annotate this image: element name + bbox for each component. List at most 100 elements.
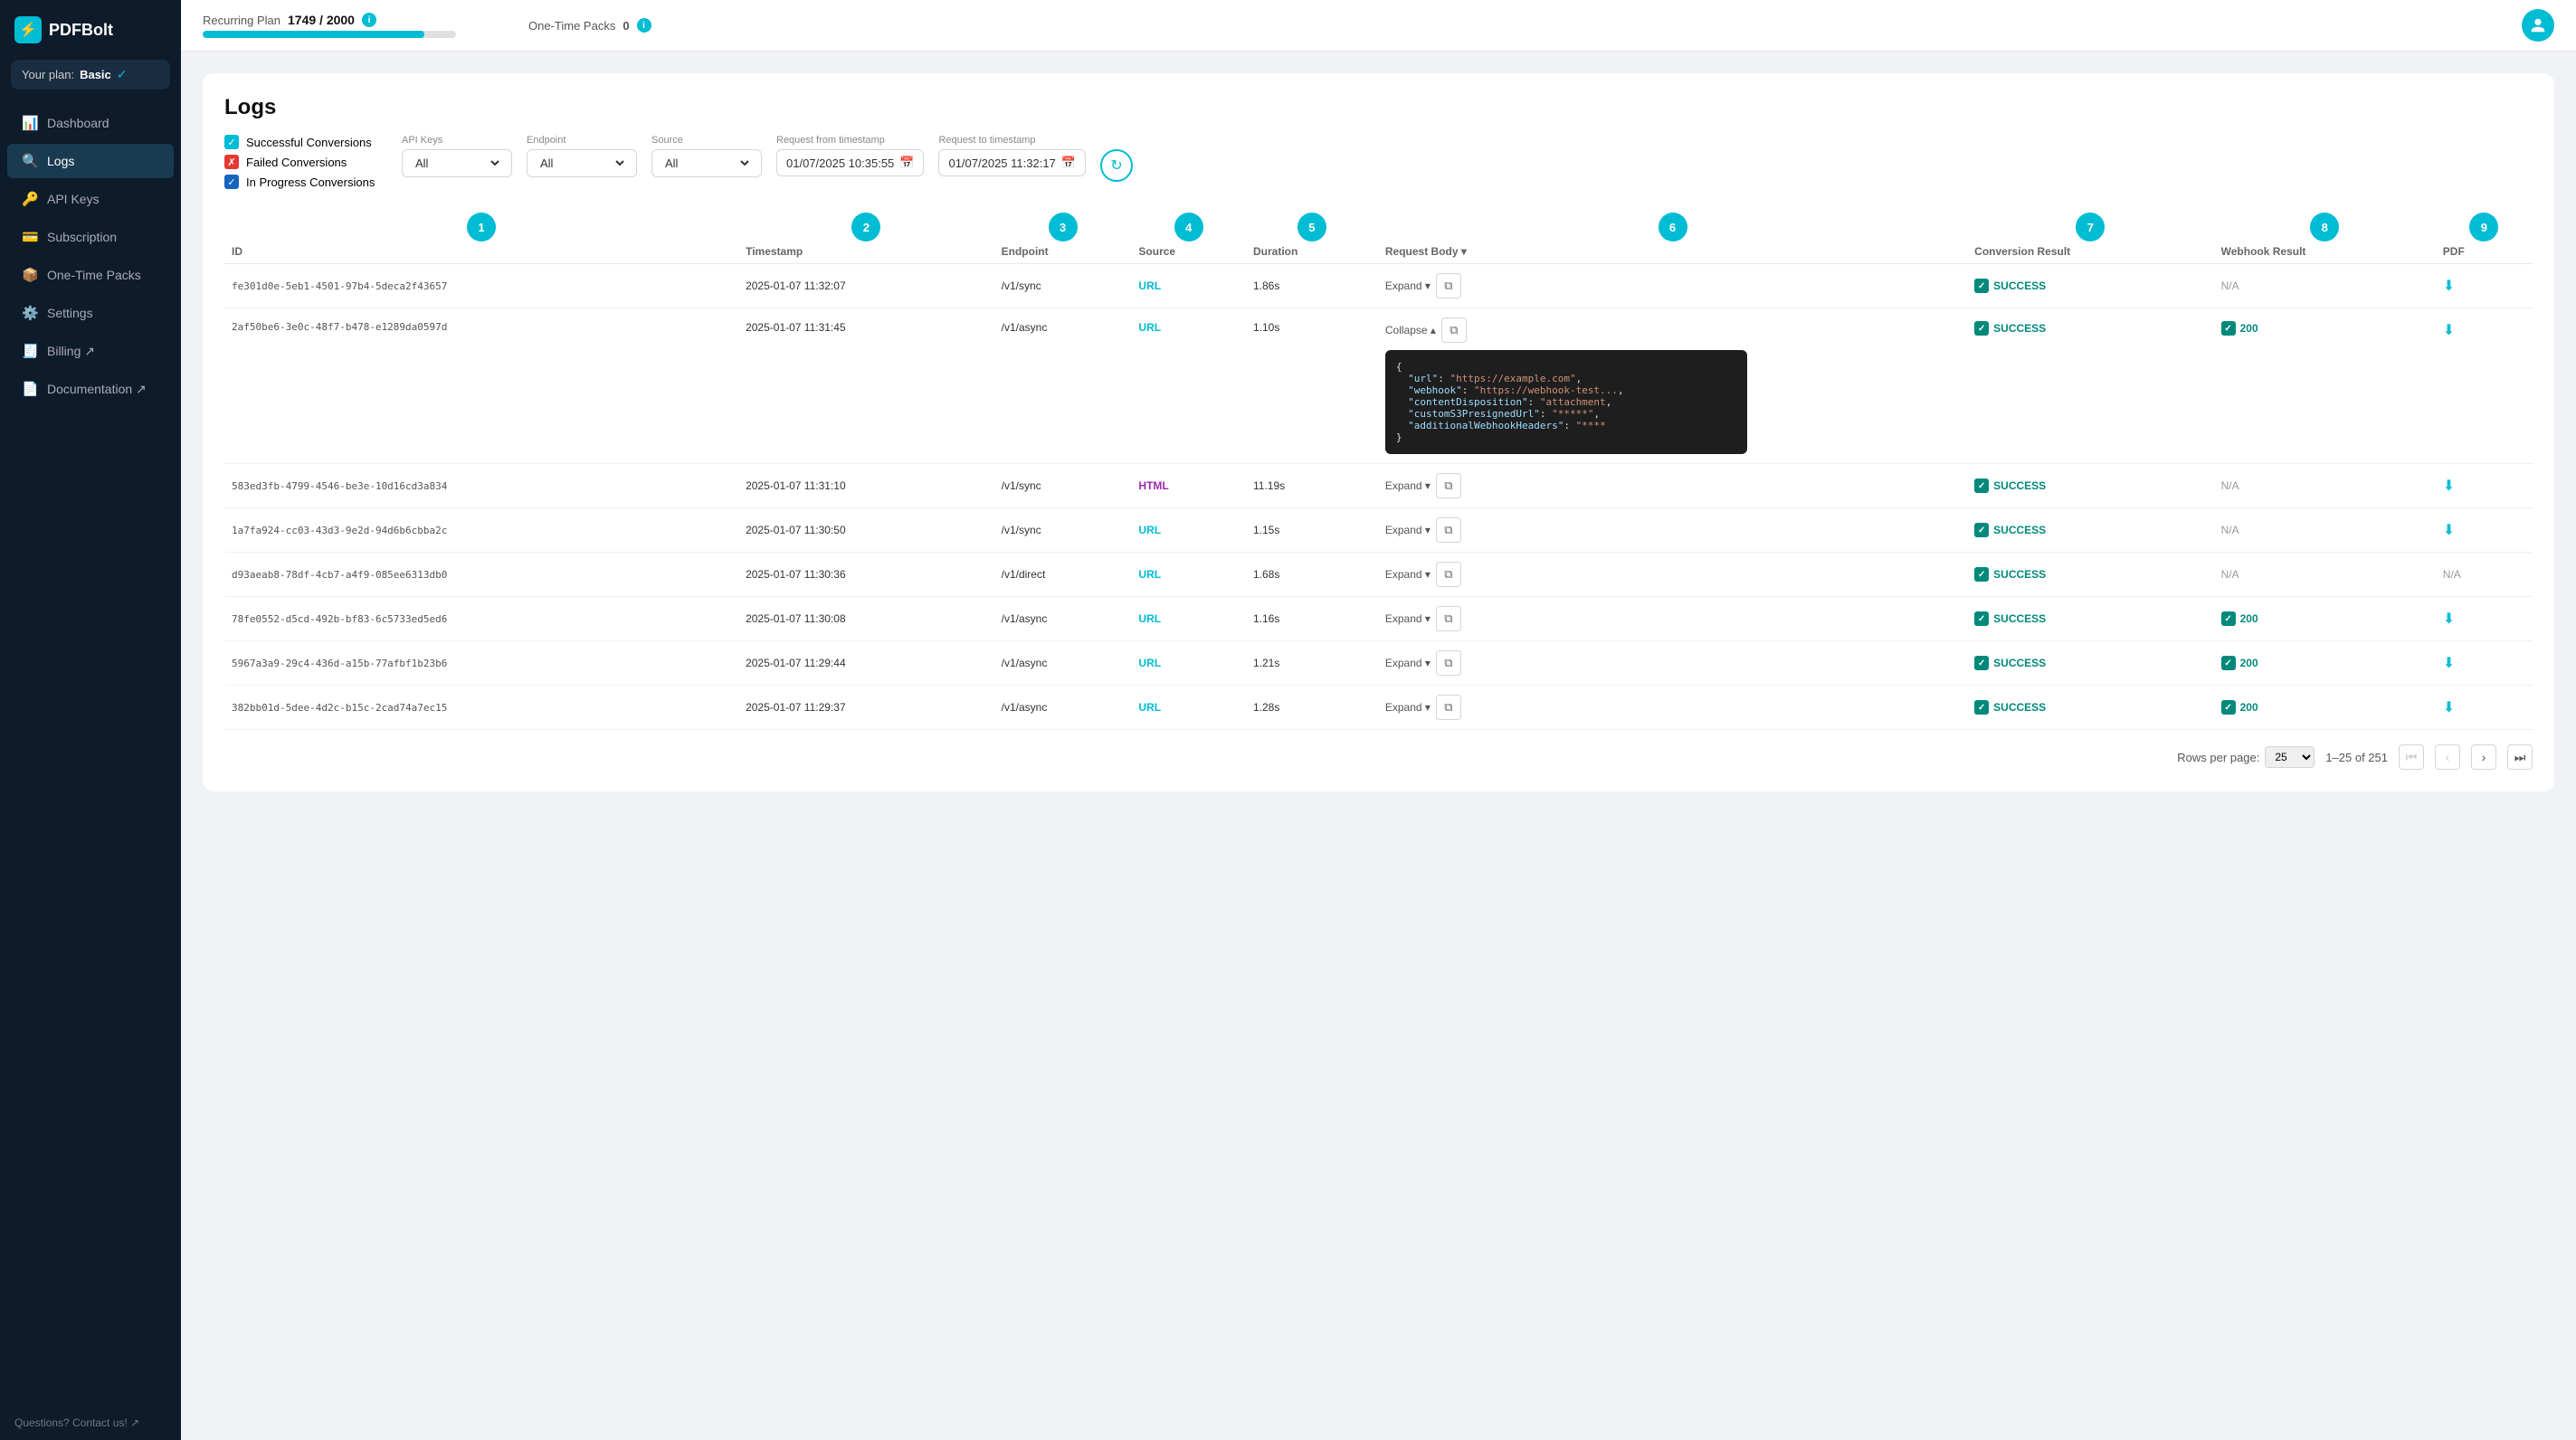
col-header-request-body: 6 Request Body ▾ (1378, 207, 1967, 264)
download-button[interactable]: ⬇ (2443, 478, 2455, 494)
copy-button[interactable]: ⧉ (1436, 473, 1461, 498)
source-html-link[interactable]: HTML (1138, 479, 1168, 492)
rows-per-page: Rows per page: 25 50 100 (2177, 746, 2315, 768)
source-url-link[interactable]: URL (1138, 657, 1161, 669)
success-badge: ✓ SUCCESS (1974, 656, 2206, 670)
user-avatar[interactable] (2522, 9, 2554, 42)
request-to-group: Request to timestamp 01/07/2025 11:32:17… (938, 135, 1086, 176)
source-url-link[interactable]: URL (1138, 321, 1161, 334)
cell-timestamp: 2025-01-07 11:29:44 (738, 641, 994, 686)
source-url-link[interactable]: URL (1138, 612, 1161, 625)
subscription-icon: 💳 (22, 229, 38, 245)
copy-button[interactable]: ⧉ (1436, 273, 1461, 298)
usage-info-icon[interactable]: i (362, 13, 376, 27)
sidebar-item-api-keys[interactable]: 🔑 API Keys (7, 182, 174, 216)
expand-button[interactable]: Expand ▾ (1385, 701, 1431, 714)
usage-progress-bar (203, 31, 456, 38)
expand-button[interactable]: Expand ▾ (1385, 568, 1431, 581)
calendar-from-icon[interactable]: 📅 (899, 156, 914, 170)
download-button[interactable]: ⬇ (2443, 323, 2455, 338)
download-button[interactable]: ⬇ (2443, 523, 2455, 538)
calendar-to-icon[interactable]: 📅 (1061, 156, 1076, 170)
copy-button[interactable]: ⧉ (1441, 317, 1467, 343)
col-num-4: 4 (1174, 213, 1203, 242)
source-dropdown[interactable]: All (661, 156, 752, 171)
expand-button[interactable]: Expand ▾ (1385, 479, 1431, 492)
cell-request-body: Expand ▾ ⧉ (1378, 464, 1967, 508)
download-button[interactable]: ⬇ (2443, 700, 2455, 715)
copy-button[interactable]: ⧉ (1436, 606, 1461, 631)
source-url-link[interactable]: URL (1138, 524, 1161, 536)
cell-timestamp: 2025-01-07 11:32:07 (738, 264, 994, 308)
packs-info-icon[interactable]: i (637, 18, 651, 33)
table-row: 1a7fa924-cc03-43d3-9e2d-94d6b6cbba2c 202… (224, 508, 2533, 553)
cell-source: URL (1131, 308, 1246, 464)
cell-timestamp: 2025-01-07 11:31:10 (738, 464, 994, 508)
refresh-button[interactable]: ↻ (1100, 149, 1133, 182)
last-page-button[interactable]: ⏭ (2507, 744, 2533, 770)
failed-label: Failed Conversions (246, 156, 347, 169)
page-range: 1–25 of 251 (2325, 751, 2388, 764)
one-time-packs-count: 0 (623, 19, 629, 33)
app-logo[interactable]: ⚡ PDFBolt (0, 0, 181, 60)
download-button[interactable]: ⬇ (2443, 279, 2455, 294)
copy-button[interactable]: ⧉ (1436, 517, 1461, 543)
copy-button[interactable]: ⧉ (1436, 650, 1461, 676)
source-url-link[interactable]: URL (1138, 279, 1161, 292)
source-url-link[interactable]: URL (1138, 568, 1161, 581)
sidebar-item-one-time-packs[interactable]: 📦 One-Time Packs (7, 258, 174, 292)
rows-per-page-select[interactable]: 25 50 100 (2265, 746, 2315, 768)
sidebar-item-subscription[interactable]: 💳 Subscription (7, 220, 174, 254)
copy-button[interactable]: ⧉ (1436, 562, 1461, 587)
billing-icon: 🧾 (22, 343, 38, 359)
col-header-endpoint: 3 Endpoint (994, 207, 1132, 264)
cell-duration: 1.10s (1246, 308, 1378, 464)
request-from-value: 01/07/2025 10:35:55 (786, 156, 894, 170)
expand-button[interactable]: Expand ▾ (1385, 524, 1431, 536)
next-page-button[interactable]: › (2471, 744, 2496, 770)
one-time-packs-section: One-Time Packs 0 i (528, 18, 651, 33)
cell-pdf: ⬇ (2436, 597, 2533, 641)
first-page-button[interactable]: ⏮ (2399, 744, 2424, 770)
successful-label: Successful Conversions (246, 136, 372, 149)
cell-id: 583ed3fb-4799-4546-be3e-10d16cd3a834 (224, 464, 738, 508)
filter-checkboxes: ✓ Successful Conversions ✗ Failed Conver… (224, 135, 387, 189)
in-progress-conversions-checkbox[interactable]: ✓ In Progress Conversions (224, 175, 387, 189)
cell-source: URL (1131, 686, 1246, 730)
request-to-input[interactable]: 01/07/2025 11:32:17 📅 (938, 149, 1086, 176)
cell-source: URL (1131, 597, 1246, 641)
col-num-7: 7 (2076, 213, 2105, 242)
failed-conversions-checkbox[interactable]: ✗ Failed Conversions (224, 155, 387, 169)
expand-button[interactable]: Expand ▾ (1385, 657, 1431, 669)
sidebar-item-billing[interactable]: 🧾 Billing ↗ (7, 334, 174, 368)
api-keys-dropdown[interactable]: All (412, 156, 502, 171)
col-num-9: 9 (2469, 213, 2498, 242)
sidebar-item-documentation[interactable]: 📄 Documentation ↗ (7, 372, 174, 406)
col-header-id: 1 ID (224, 207, 738, 264)
successful-conversions-checkbox[interactable]: ✓ Successful Conversions (224, 135, 387, 149)
prev-page-button[interactable]: ‹ (2435, 744, 2460, 770)
expand-button[interactable]: Expand ▾ (1385, 612, 1431, 625)
request-from-input[interactable]: 01/07/2025 10:35:55 📅 (776, 149, 924, 176)
source-url-link[interactable]: URL (1138, 701, 1161, 714)
expand-button[interactable]: Expand ▾ (1385, 279, 1431, 292)
contact-link[interactable]: Questions? Contact us! ↗ (0, 1406, 181, 1440)
endpoint-select[interactable]: All (527, 149, 637, 177)
webhook-check-icon: ✓ (2221, 700, 2236, 715)
api-keys-select[interactable]: All (402, 149, 512, 177)
page-content: Logs ✓ Successful Conversions ✗ Failed C… (181, 52, 2576, 1440)
download-button[interactable]: ⬇ (2443, 611, 2455, 627)
cell-conversion-result: ✓ SUCCESS (1967, 597, 2213, 641)
copy-button[interactable]: ⧉ (1436, 695, 1461, 720)
endpoint-dropdown[interactable]: All (537, 156, 627, 171)
success-check-icon: ✓ (1974, 478, 1989, 493)
collapse-button[interactable]: Collapse ▴ (1385, 324, 1436, 336)
sidebar-item-settings[interactable]: ⚙️ Settings (7, 296, 174, 330)
endpoint-filter: Endpoint All (527, 135, 637, 177)
download-button[interactable]: ⬇ (2443, 656, 2455, 671)
sidebar-item-dashboard[interactable]: 📊 Dashboard (7, 106, 174, 140)
col-num-6: 6 (1659, 213, 1687, 242)
source-select[interactable]: All (651, 149, 762, 177)
sidebar-item-logs[interactable]: 🔍 Logs (7, 144, 174, 178)
sidebar-item-label: Logs (47, 154, 74, 168)
